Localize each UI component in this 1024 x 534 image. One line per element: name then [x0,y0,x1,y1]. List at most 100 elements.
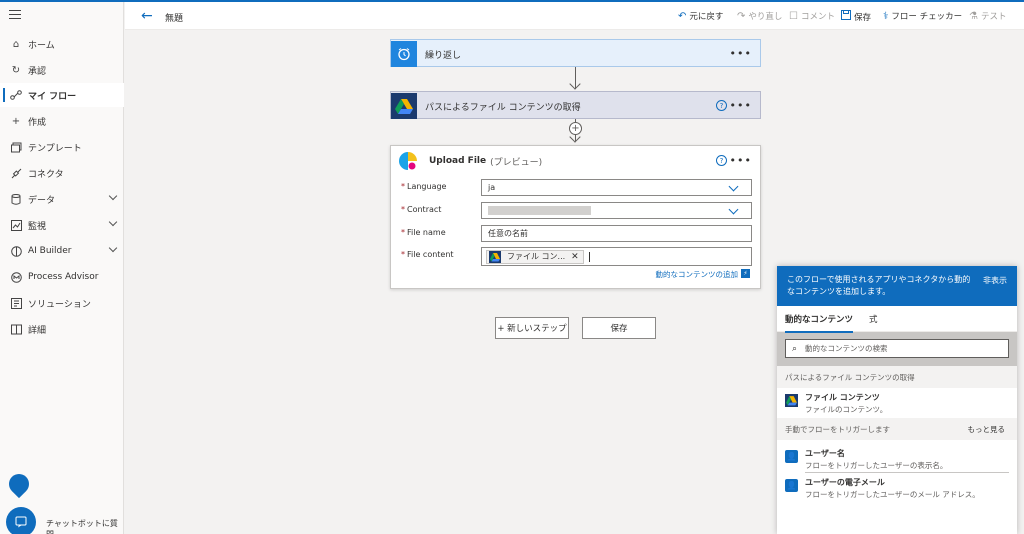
test-button[interactable]: ⚗ テスト [969,10,1006,23]
language-dropdown[interactable]: ja [481,179,752,196]
sidebar-item-create[interactable]: + 作成 [0,109,124,133]
step-title: パスによるファイル コンテンツの取得 [425,102,581,113]
monitor-icon [10,219,22,231]
dynamic-item-user-email[interactable]: 👤 ユーザーの電子メール フローをトリガーしたユーザーのメール アドレス。 [777,473,1017,501]
google-drive-icon [785,394,798,407]
approvals-icon: ↻ [11,64,21,76]
chevron-down-icon [728,204,739,215]
step-get-file-content[interactable]: パスによるファイル コンテンツの取得 ? ••• [390,91,761,119]
chat-icon [15,516,27,528]
step-title: Upload File [429,156,487,166]
sidebar-item-label: テンプレート [28,143,82,154]
page-title: 無題 [165,14,184,24]
sidebar-item-label: データ [28,195,56,206]
alarm-clock-icon [391,41,417,67]
contract-label: * Contract [401,205,442,214]
sidebar-item-process-advisor[interactable]: Process Advisor [0,265,124,289]
sidebar-item-templates[interactable]: テンプレート [0,135,124,159]
sidebar-item-connectors[interactable]: コネクタ [0,161,124,185]
save-flow-button[interactable]: 保存 [582,317,656,339]
flow-checker-button[interactable]: ⚕ フロー チェッカー [883,10,962,23]
undo-button[interactable]: ↶ 元に戻す [678,10,723,23]
comment-icon: ☐ [789,10,798,22]
tab-dynamic-content[interactable]: 動的なコンテンツ [785,313,854,333]
step-recurrence[interactable]: 繰り返し ••• [390,39,761,67]
flask-icon: ⚗ [969,10,978,22]
more-options-icon[interactable]: ••• [730,99,752,112]
language-label: * Language [401,182,447,191]
help-icon[interactable]: ? [716,100,727,111]
user-icon: 👤 [785,450,798,463]
see-more-link[interactable]: もっと見る [968,424,1006,435]
step-upload-file[interactable]: Upload File (プレビュー) ? ••• * Language ja *… [390,145,761,289]
more-options-icon[interactable]: ••• [730,47,752,60]
chatbot-label[interactable]: チャットボットに質問 [46,518,123,534]
sidebar-item-home[interactable]: ⌂ ホーム [0,32,124,56]
sidebar-item-label: マイ フロー [28,91,77,102]
dynamic-item-user-name[interactable]: 👤 ユーザー名 フローをトリガーしたユーザーの表示名。 [777,444,1017,472]
section-header: パスによるファイル コンテンツの取得 [777,366,1017,388]
tab-expression[interactable]: 式 [869,313,878,325]
file-name-label: * File name [401,228,446,237]
save-button[interactable]: 保存 [841,10,871,23]
contract-dropdown[interactable] [481,202,752,219]
book-icon [10,323,22,335]
redo-icon: ↷ [737,10,746,22]
sidebar-item-ai-builder[interactable]: AI Builder [0,239,124,263]
sidebar-item-my-flows[interactable]: マイ フロー [0,83,124,107]
sidebar-item-label: 詳細 [28,325,47,336]
file-content-input[interactable]: ファイル コン... ✕ [481,247,752,266]
comment-button[interactable]: ☐ コメント [789,10,835,23]
database-icon [10,193,22,205]
add-dynamic-content-link[interactable]: 動的なコンテンツの追加 [656,269,739,280]
dynamic-item-file-content[interactable]: ファイル コンテンツ ファイルのコンテンツ。 [777,388,1017,418]
step-title: 繰り返し [425,50,462,61]
user-icon: 👤 [785,479,798,492]
sidebar-item-label: 承認 [28,66,47,77]
dynamic-content-header: このフローで使用されるアプリやコネクタから動的なコンテンツを追加します。 非表示 [777,266,1017,306]
plus-icon: + [11,115,21,127]
chevron-down-icon[interactable] [108,243,118,253]
sidebar-item-label: ホーム [28,40,55,51]
sidebar-item-label: 監視 [28,221,47,232]
ai-builder-icon [10,245,22,257]
dynamic-content-icon[interactable]: ⚡ [741,269,750,278]
chevron-down-icon[interactable] [108,191,118,201]
hide-panel-button[interactable]: 非表示 [983,275,1007,287]
more-options-icon[interactable]: ••• [730,154,752,167]
flow-icon [10,89,22,101]
hamburger-menu-icon[interactable] [9,10,21,20]
chevron-down-icon [728,181,739,192]
sidebar-item-label: コネクタ [28,169,64,180]
sidebar-item-approvals[interactable]: ↻ 承認 [0,58,124,82]
sidebar-item-data[interactable]: データ [0,187,124,211]
chevron-down-icon[interactable] [108,217,118,227]
remove-token-icon[interactable]: ✕ [571,252,579,262]
arrow-down-icon [569,78,581,90]
search-area: ⌕ 動的なコンテンツの検索 [777,332,1017,366]
chatbot-button[interactable] [6,507,36,534]
back-arrow-icon[interactable]: ← [141,8,153,24]
dynamic-content-search-input[interactable]: ⌕ 動的なコンテンツの検索 [785,339,1009,358]
file-name-input[interactable]: 任意の名前 [481,225,752,242]
sidebar: ⌂ ホーム ↻ 承認 マイ フロー + 作成 テンプレート コネクタ データ 監… [0,2,124,534]
undo-icon: ↶ [678,10,687,22]
sidebar-item-label: ソリューション [28,299,91,310]
sidebar-item-learn[interactable]: 詳細 [0,317,124,341]
file-content-token[interactable]: ファイル コン... ✕ [486,249,584,264]
process-advisor-icon [10,271,22,283]
google-drive-icon [489,250,501,263]
sidebar-item-label: 作成 [28,117,47,128]
new-step-button[interactable]: + 新しいステップ [495,317,569,339]
help-icon[interactable]: ? [716,155,727,166]
save-icon [841,10,851,23]
sidebar-item-label: AI Builder [28,246,72,256]
redo-button[interactable]: ↷ やり直し [737,10,782,23]
preview-label: (プレビュー) [490,157,543,168]
template-icon [10,141,22,153]
file-content-label: * File content [401,250,454,259]
sidebar-item-solutions[interactable]: ソリューション [0,291,124,315]
sidebar-item-monitor[interactable]: 監視 [0,213,124,237]
chatbot-pin-icon [4,469,34,499]
dynamic-content-panel: このフローで使用されるアプリやコネクタから動的なコンテンツを追加します。 非表示… [777,266,1017,534]
